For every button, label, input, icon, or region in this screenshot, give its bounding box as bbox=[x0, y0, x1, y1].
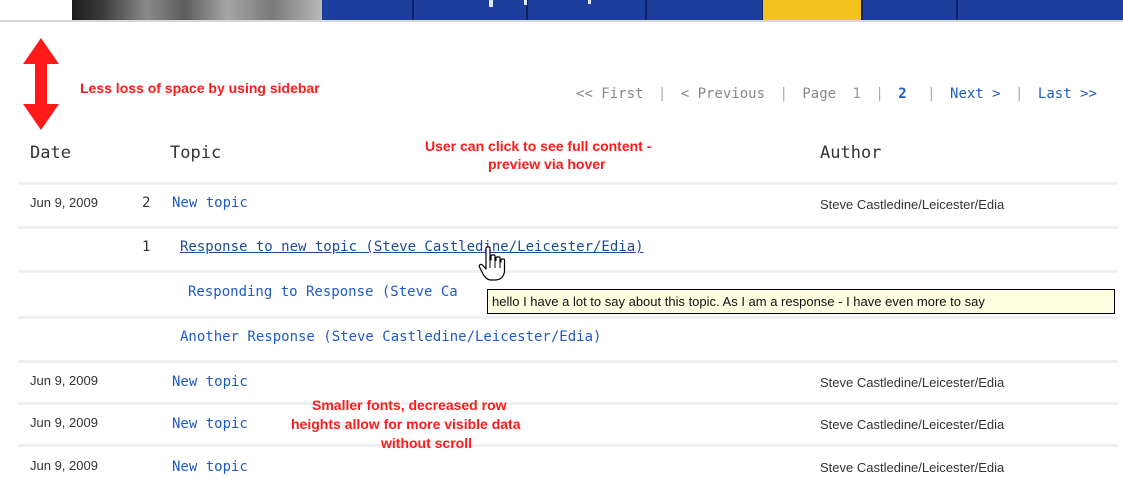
fonts-annotation-line3: without scroll bbox=[381, 435, 472, 451]
row-divider bbox=[18, 182, 1118, 185]
row-reply-count: 1 bbox=[142, 239, 151, 255]
click-annotation-line1: User can click to see full content - bbox=[425, 138, 652, 154]
row-date: Jun 9, 2009 bbox=[30, 195, 98, 210]
nav-label-fragment bbox=[588, 0, 591, 4]
row-divider bbox=[18, 444, 1118, 447]
row-author: Steve Castledine/Leicester/Edia bbox=[820, 375, 1005, 390]
pager-page-1[interactable]: 1 bbox=[845, 86, 861, 102]
pager-last-link[interactable]: Last >> bbox=[1038, 86, 1097, 102]
pager-separator: | bbox=[779, 86, 788, 102]
row-divider bbox=[18, 270, 1118, 273]
row-divider bbox=[18, 226, 1118, 229]
row-date: Jun 9, 2009 bbox=[30, 458, 98, 473]
top-nav-underline bbox=[0, 20, 1123, 22]
top-nav-bar bbox=[0, 0, 1123, 20]
response-link[interactable]: Response to new topic (Steve Castledine/… bbox=[180, 239, 644, 255]
topic-link[interactable]: New topic bbox=[172, 416, 248, 432]
nav-divider bbox=[956, 0, 958, 20]
nav-item-active[interactable] bbox=[763, 0, 861, 20]
row-date: Jun 9, 2009 bbox=[30, 415, 98, 430]
pager-separator: | bbox=[875, 86, 884, 102]
fonts-annotation-line1: Smaller fonts, decreased row bbox=[312, 397, 507, 413]
nav-divider bbox=[861, 0, 863, 20]
column-header-author[interactable]: Author bbox=[820, 143, 881, 163]
nav-divider bbox=[645, 0, 647, 20]
column-header-topic[interactable]: Topic bbox=[170, 143, 221, 163]
nav-label-fragment bbox=[489, 0, 493, 7]
banner-image bbox=[72, 0, 322, 20]
pagination: << First | < Previous | Page 1 | 2 | Nex… bbox=[576, 86, 1097, 102]
column-header-date[interactable]: Date bbox=[30, 143, 71, 163]
hand-pointer-icon bbox=[478, 246, 506, 281]
pager-separator: | bbox=[657, 86, 667, 102]
nav-left-blank bbox=[0, 0, 72, 20]
row-author: Steve Castledine/Leicester/Edia bbox=[820, 460, 1005, 475]
row-author: Steve Castledine/Leicester/Edia bbox=[820, 417, 1005, 432]
topic-link[interactable]: New topic bbox=[172, 459, 248, 475]
nav-divider bbox=[412, 0, 414, 20]
row-divider bbox=[18, 316, 1118, 319]
pager-page-2-current: 2 bbox=[898, 86, 907, 102]
sidebar-annotation: Less loss of space by using sidebar bbox=[80, 80, 320, 96]
pager-previous-link[interactable]: < Previous bbox=[681, 86, 765, 102]
double-headed-arrow-icon bbox=[23, 38, 59, 130]
pager-separator: | bbox=[927, 86, 936, 102]
topic-link[interactable]: New topic bbox=[172, 195, 248, 211]
response-link[interactable]: Responding to Response (Steve Ca bbox=[188, 284, 458, 300]
nav-label-fragment bbox=[524, 0, 527, 5]
topic-link[interactable]: New topic bbox=[172, 374, 248, 390]
row-divider bbox=[18, 360, 1118, 363]
response-link[interactable]: Another Response (Steve Castledine/Leice… bbox=[180, 329, 601, 345]
row-reply-count: 2 bbox=[142, 195, 151, 211]
fonts-annotation-line2: heights allow for more visible data bbox=[291, 416, 521, 432]
pager-page-label: Page bbox=[802, 86, 837, 102]
pager-next-link[interactable]: Next > bbox=[950, 86, 1001, 102]
row-date: Jun 9, 2009 bbox=[30, 373, 98, 388]
pager-first-link[interactable]: << First bbox=[576, 86, 643, 102]
click-annotation-line2: preview via hover bbox=[488, 156, 606, 172]
row-author: Steve Castledine/Leicester/Edia bbox=[820, 197, 1005, 212]
hover-preview-tooltip: hello I have a lot to say about this top… bbox=[487, 289, 1115, 314]
pager-separator: | bbox=[1015, 86, 1024, 102]
row-divider bbox=[18, 402, 1118, 405]
